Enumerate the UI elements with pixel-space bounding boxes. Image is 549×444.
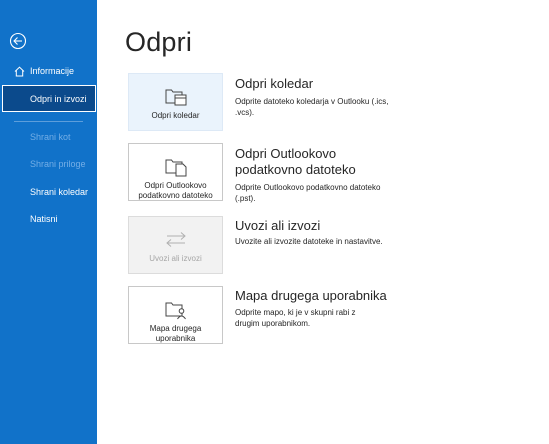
option-description: Odprite mapo, ki je v skupni rabi z drug… bbox=[235, 308, 356, 328]
folder-data-file-icon bbox=[165, 159, 186, 177]
page-title: Odpri bbox=[125, 27, 193, 57]
import-export-arrows-icon bbox=[165, 232, 186, 247]
sidebar-item-label: Shrani kot bbox=[30, 132, 71, 142]
folder-calendar-icon bbox=[165, 89, 186, 106]
sidebar-item-label: Natisni bbox=[30, 214, 58, 224]
open-outlook-data-file-button[interactable]: Odpri Outlookovo podatkovno datoteko bbox=[128, 143, 223, 201]
option-title: Mapa drugega uporabnika bbox=[235, 288, 387, 303]
sidebar-item-label: Shrani priloge bbox=[30, 159, 86, 169]
sidebar-item-label: Odpri in izvozi bbox=[30, 93, 87, 104]
home-icon bbox=[14, 66, 25, 77]
sidebar-item-label: Shrani koledar bbox=[30, 187, 89, 197]
sidebar-item-natisni[interactable]: Natisni bbox=[0, 206, 97, 232]
sidebar-item-shrani-koledar[interactable]: Shrani koledar bbox=[0, 179, 97, 205]
option-title: Odpri koledar bbox=[235, 76, 314, 91]
backstage-sidebar: Informacije Odpri in izvozi Shrani kot S… bbox=[0, 0, 97, 444]
open-other-user-folder-button[interactable]: Mapa drugega uporabnika bbox=[128, 286, 223, 344]
sidebar-item-odpri-in-izvozi[interactable]: Odpri in izvozi bbox=[2, 85, 96, 112]
option-description: Odprite datoteko koledarja v Outlooku (.… bbox=[235, 97, 389, 117]
sidebar-divider bbox=[14, 121, 83, 122]
tile-label: Odpri koledar bbox=[151, 111, 200, 120]
sidebar-item-label: Informacije bbox=[30, 66, 75, 76]
tile-label: Odpri Outlookovo podatkovno datoteko bbox=[138, 181, 213, 200]
option-description: Odprite Outlookovo podatkovno datoteko (… bbox=[235, 183, 381, 203]
tile-label: Uvozi ali izvozi bbox=[149, 254, 202, 263]
open-export-pane: Odpri Odpri koledar Odpri koledar Odprit… bbox=[97, 0, 549, 444]
option-title: Odpri Outlookovo podatkovno datoteko bbox=[235, 146, 356, 177]
sidebar-item-shrani-priloge: Shrani priloge bbox=[0, 151, 97, 177]
option-title: Uvozi ali izvozi bbox=[235, 218, 321, 233]
import-export-button: Uvozi ali izvozi bbox=[128, 216, 223, 274]
tile-label: Mapa drugega uporabnika bbox=[149, 324, 202, 343]
option-description: Uvozite ali izvozite datoteke in nastavi… bbox=[235, 237, 383, 246]
shared-folder-user-icon bbox=[165, 302, 186, 320]
back-arrow-icon[interactable] bbox=[9, 32, 27, 50]
open-calendar-button[interactable]: Odpri koledar bbox=[128, 73, 223, 131]
sidebar-item-shrani-kot: Shrani kot bbox=[0, 124, 97, 150]
sidebar-item-informacije[interactable]: Informacije bbox=[0, 58, 97, 84]
